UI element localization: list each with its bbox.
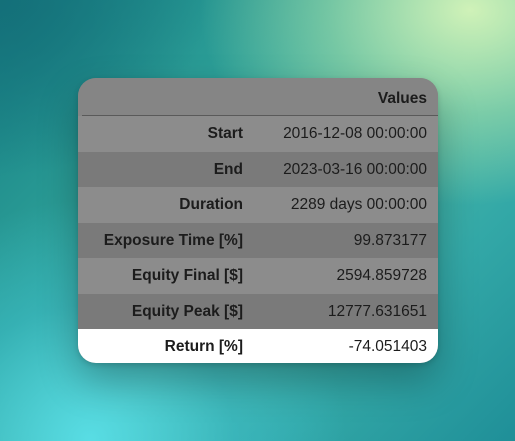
table-row-highlighted[interactable]: Return [%] -74.051403 [78,329,438,363]
row-value: 2289 days 00:00:00 [290,196,427,213]
row-label: Return [%] [164,338,243,355]
row-label: Start [207,125,243,142]
row-label: Equity Peak [$] [131,302,243,320]
row-label: Duration [179,196,243,213]
table-row[interactable]: Exposure Time [%] 99.873177 [78,222,438,258]
table-header: Values [78,78,438,116]
row-label: Exposure Time [%] [103,231,243,249]
table-row[interactable]: Duration 2289 days 00:00:00 [78,187,438,223]
row-value: 12777.631651 [327,302,427,320]
row-value: 2594.859728 [336,267,427,284]
column-header-values: Values [377,90,427,107]
row-value: 2023-03-16 00:00:00 [283,160,427,178]
row-value: -74.051403 [348,338,427,355]
stats-table-window: Values Start 2016-12-08 00:00:00 End 202… [78,78,438,363]
table-row[interactable]: Start 2016-12-08 00:00:00 [78,116,438,152]
row-label: Equity Final [$] [131,267,243,284]
row-label: End [213,160,243,178]
table-row[interactable]: Equity Peak [$] 12777.631651 [78,293,438,329]
row-value: 2016-12-08 00:00:00 [283,125,427,142]
table-row[interactable]: End 2023-03-16 00:00:00 [78,151,438,187]
row-value: 99.873177 [353,231,427,249]
table-row[interactable]: Equity Final [$] 2594.859728 [78,258,438,294]
